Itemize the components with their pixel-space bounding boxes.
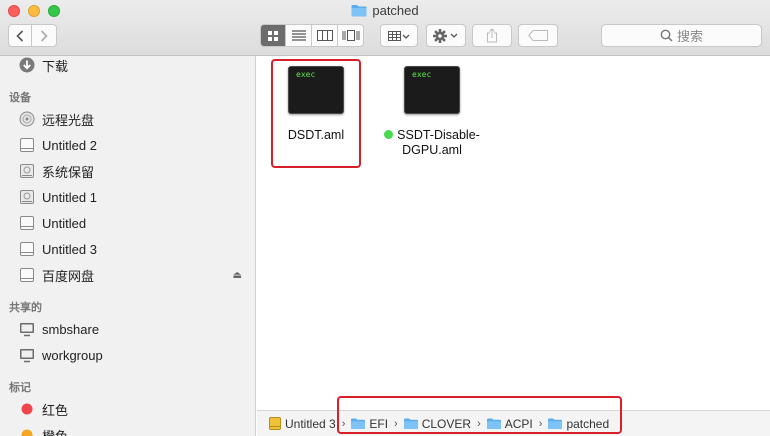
columns-icon [316,30,333,41]
sidebar-item-baidu-netdisk[interactable]: 百度网盘 ⏏ [0,263,255,287]
file-item[interactable]: exec SSDT-Disable- DGPU.aml [377,66,487,158]
file-name: SSDT-Disable- DGPU.aml [377,128,487,158]
disk-volume-icon [18,162,36,180]
drive-icon [18,240,36,258]
path-segment-untitled-3[interactable]: Untitled 3 [269,417,336,431]
optical-disc-icon [18,110,36,128]
sidebar-item-smbshare[interactable]: smbshare [0,317,255,341]
window-toolbar: patched 搜索 [0,0,770,56]
network-monitor-icon [18,320,36,338]
sidebar-item-tag-red[interactable]: 红色 [0,397,255,421]
drive-icon [18,136,36,154]
drive-icon [269,417,281,430]
sidebar-heading-devices: 设备 [9,92,31,104]
sidebar-item-downloads[interactable]: 下载 [0,56,255,77]
disk-volume-icon [18,188,36,206]
sidebar-heading-shared: 共享的 [9,302,42,314]
list-icon [291,30,306,41]
cover-flow-icon [342,30,359,41]
icon-view-button[interactable] [260,24,286,47]
search-icon [660,29,673,42]
chevron-right-icon [40,29,48,42]
drive-icon [18,214,36,232]
sidebar-item-untitled-2[interactable]: Untitled 2 [0,133,255,157]
eject-icon[interactable]: ⏏ [233,270,242,281]
sidebar-item-untitled-1[interactable]: Untitled 1 [0,185,255,209]
back-button[interactable] [8,24,32,47]
grid-icon [268,30,278,41]
list-view-button[interactable] [286,24,312,47]
action-menu-button[interactable] [426,24,466,47]
highlight-annotation-box [271,59,361,168]
file-browser-content: exec DSDT.aml exec SSDT-Disable- DGPU.am… [257,56,770,410]
arrange-grid-icon [388,30,410,41]
drive-icon [18,266,36,284]
sidebar: 下载 设备 远程光盘 Untitled 2 系统保留 Untitled 1 Un… [0,56,256,436]
sidebar-item-remote-disc[interactable]: 远程光盘 [0,107,255,131]
chevron-left-icon [16,29,24,42]
cover-flow-view-button[interactable] [338,24,364,47]
download-icon [18,56,36,74]
tag-icon [528,30,548,41]
share-icon [487,28,497,43]
gear-icon [433,28,458,43]
green-tag-dot-icon [384,130,394,139]
red-tag-dot-icon [18,400,36,418]
folder-icon [351,4,367,20]
search-field[interactable]: 搜索 [601,24,762,47]
share-button[interactable] [472,24,512,47]
sidebar-item-tag-orange[interactable]: 橙色 [0,423,255,436]
column-view-button[interactable] [312,24,338,47]
sidebar-item-untitled[interactable]: Untitled [0,211,255,235]
window-title: patched [0,3,770,20]
sidebar-item-system-reserved[interactable]: 系统保留 [0,159,255,183]
view-mode-selector [260,24,364,47]
search-placeholder: 搜索 [676,29,703,44]
sidebar-item-untitled-3[interactable]: Untitled 3 [0,237,255,261]
forward-button[interactable] [32,24,57,47]
terminal-exec-icon: exec [404,66,460,114]
arrange-button[interactable] [380,24,418,47]
tag-button[interactable] [518,24,558,47]
highlight-annotation-box [337,396,622,434]
sidebar-heading-tags: 标记 [9,382,31,394]
sidebar-item-workgroup[interactable]: workgroup [0,343,255,367]
network-monitor-icon [18,346,36,364]
orange-tag-dot-icon [18,426,36,436]
